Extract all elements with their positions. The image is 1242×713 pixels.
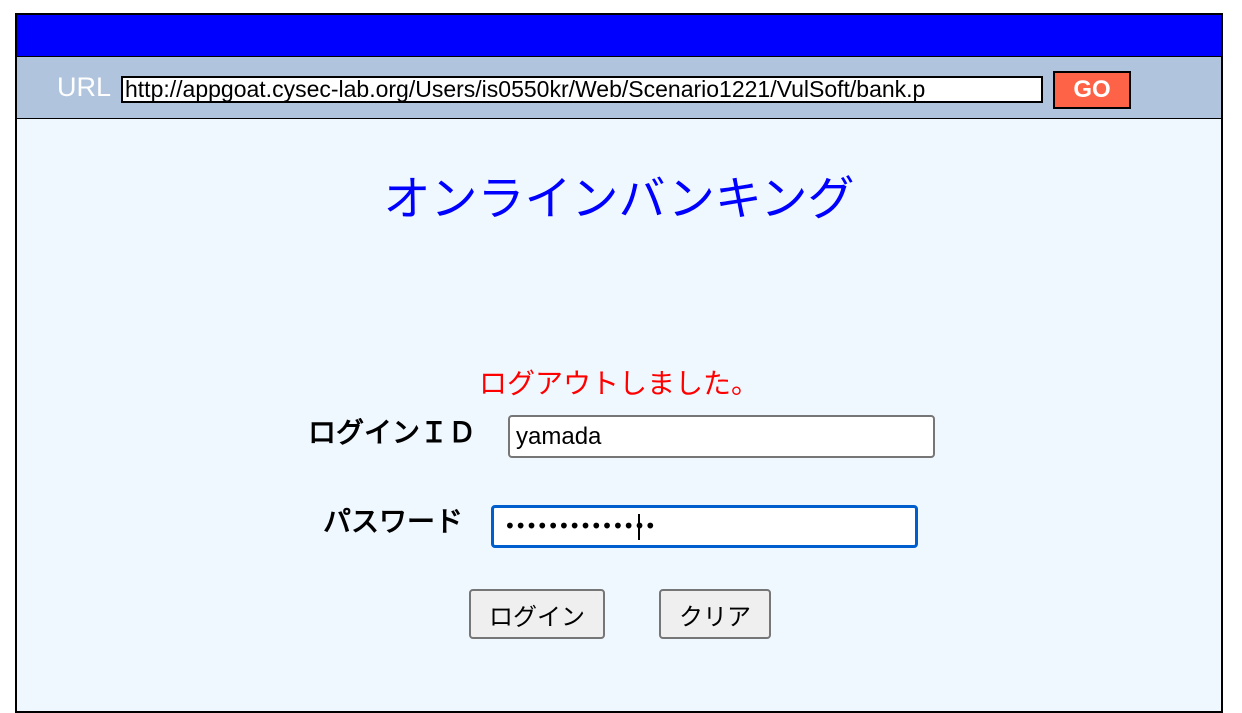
go-button[interactable]: GO <box>1053 71 1131 109</box>
login-button[interactable]: ログイン <box>469 589 605 639</box>
login-id-label: ログインＩＤ <box>308 416 477 449</box>
password-input[interactable]: •••••••••••••• <box>491 505 918 548</box>
password-mask: •••••••••••••• <box>504 514 656 538</box>
status-message: ログアウトしました。 <box>478 367 759 400</box>
browser-window: URL GO オンラインバンキング ログアウトしました。 ログインＩＤ パスワー… <box>15 13 1223 713</box>
login-id-input[interactable] <box>508 415 935 458</box>
text-caret <box>638 514 640 540</box>
clear-button[interactable]: クリア <box>659 589 771 639</box>
title-bar <box>17 15 1221 57</box>
url-input[interactable] <box>121 76 1043 103</box>
url-label: URL <box>57 72 112 102</box>
password-label: パスワード <box>323 505 464 538</box>
url-bar: URL GO <box>17 57 1221 119</box>
page-title: オンラインバンキング <box>383 172 855 227</box>
